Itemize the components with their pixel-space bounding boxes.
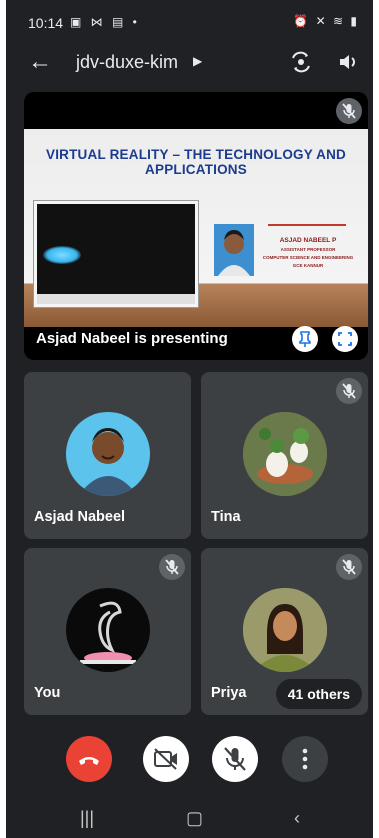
switch-camera-icon[interactable] — [289, 50, 313, 74]
status-bar: 10:14 ▣ ⋈ ▤ • ⏰ ✕ ≋ ▮ — [6, 0, 373, 44]
slide-presenter-dept: COMPUTER SCIENCE AND ENGINEERING — [262, 255, 354, 260]
participant-name: Asjad Nabeel — [34, 509, 126, 525]
mic-off-icon — [336, 554, 362, 580]
avatar — [243, 588, 327, 672]
recent-apps-icon[interactable]: ||| — [80, 808, 94, 829]
pin-icon[interactable] — [292, 326, 318, 352]
participant-tile[interactable]: Asjad Nabeel — [24, 372, 191, 539]
system-nav-bar: ||| ▢ ‹ — [6, 800, 373, 838]
mic-off-icon — [336, 378, 362, 404]
phone-screen: 10:14 ▣ ⋈ ▤ • ⏰ ✕ ≋ ▮ ← jdv-duxe-kim ▶ V… — [6, 0, 373, 838]
volume-icon[interactable] — [336, 50, 360, 74]
presenting-label: Asjad Nabeel is presenting — [36, 330, 228, 347]
back-arrow-icon[interactable]: ← — [28, 50, 52, 74]
presentation-tile[interactable]: VIRTUAL REALITY – THE TECHNOLOGY AND APP… — [24, 92, 368, 360]
slide-presenter-college: GCE KANNUR — [292, 263, 324, 268]
participant-tile[interactable]: Tina — [201, 372, 368, 539]
home-icon[interactable]: ▢ — [186, 808, 203, 829]
end-call-icon[interactable] — [66, 736, 112, 782]
mic-off-icon — [159, 554, 185, 580]
participant-tile[interactable]: You — [24, 548, 191, 715]
slide-presenter-role: ASSISTANT PROFESSOR — [280, 247, 336, 252]
nav-back-icon[interactable]: ‹ — [294, 808, 300, 829]
fullscreen-icon[interactable] — [332, 326, 358, 352]
more-icon[interactable] — [282, 736, 328, 782]
slide-frame-bar — [37, 294, 195, 304]
slide-content: VIRTUAL REALITY – THE TECHNOLOGY AND APP… — [24, 129, 368, 327]
participant-name: Priya — [211, 685, 247, 701]
slide-video-frame — [34, 201, 198, 307]
slide-divider — [268, 224, 346, 226]
system-icons: ⏰ ✕ ≋ ▮ — [293, 14, 359, 28]
slide-presenter-name: ASJAD NABEEL P — [279, 237, 337, 244]
meeting-header: ← jdv-duxe-kim ▶ — [6, 44, 373, 84]
chevron-right-icon[interactable]: ▶ — [193, 54, 202, 68]
status-time: 10:14 — [28, 15, 64, 31]
participant-name: You — [34, 685, 61, 701]
avatar — [243, 412, 327, 496]
meeting-code[interactable]: jdv-duxe-kim — [76, 52, 178, 73]
slide-title: VIRTUAL REALITY – THE TECHNOLOGY AND APP… — [46, 147, 346, 177]
avatar — [66, 588, 150, 672]
others-count-badge[interactable]: 41 others — [275, 679, 362, 709]
camera-off-icon[interactable] — [143, 736, 189, 782]
notification-icons: ▣ ⋈ ▤ • — [70, 15, 140, 29]
participant-name: Tina — [211, 509, 241, 525]
slide-presenter-photo — [214, 224, 254, 276]
call-controls — [6, 736, 373, 786]
mic-off-icon — [336, 98, 362, 124]
avatar — [66, 412, 150, 496]
participant-tile[interactable]: Priya 41 others — [201, 548, 368, 715]
slide-smoke-image — [43, 246, 81, 264]
mic-off-icon[interactable] — [212, 736, 258, 782]
